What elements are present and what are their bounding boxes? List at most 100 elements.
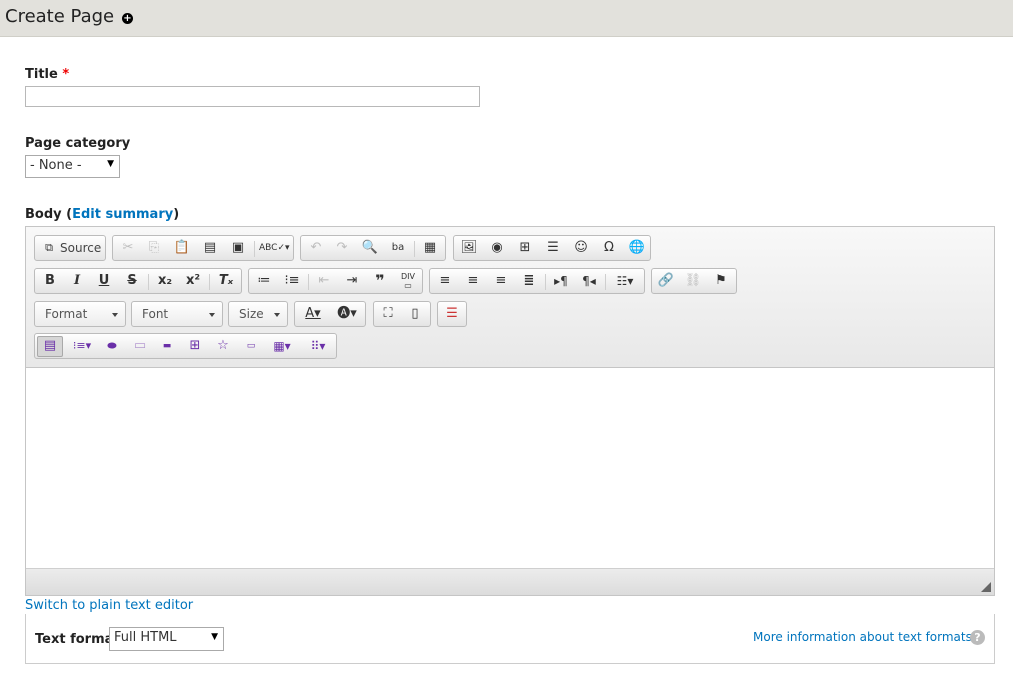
text-direction-rtl-icon[interactable]: ¶◂ bbox=[578, 272, 600, 290]
page-header: Create Page + bbox=[0, 0, 1013, 37]
toolbar-separator bbox=[209, 274, 210, 290]
body-label-close: ) bbox=[173, 207, 180, 222]
table-icon[interactable]: ⊞ bbox=[514, 239, 536, 257]
text-direction-ltr-icon[interactable]: ▸¶ bbox=[550, 272, 572, 290]
page-category-value: - None - bbox=[30, 158, 82, 173]
text-format-label: Text format bbox=[35, 632, 120, 647]
numbered-list-icon[interactable]: ≔ bbox=[253, 272, 275, 290]
strikethrough-icon[interactable]: S bbox=[121, 272, 143, 290]
redo-icon[interactable]: ↷ bbox=[331, 239, 353, 257]
title-input[interactable] bbox=[25, 86, 480, 107]
plugin-table-icon[interactable]: ▦▾ bbox=[267, 337, 297, 355]
toolbar-group-plugins: ▤ ⁝≡▾ ⬬ ▭ ▬ ⊞ ☆ ▭ ▦▾ ⠿▾ bbox=[34, 333, 337, 359]
superscript-icon[interactable]: x² bbox=[182, 272, 204, 290]
toolbar-group-pagebreak: ☰ bbox=[437, 301, 467, 327]
font-dropdown-label: Font bbox=[142, 307, 169, 321]
div-container-icon[interactable]: DIV ▭ bbox=[397, 272, 419, 290]
maximize-icon[interactable]: ⛶ bbox=[377, 305, 399, 323]
more-info-text-formats-link[interactable]: More information about text formats bbox=[753, 630, 972, 644]
language-icon[interactable]: ☷▾ bbox=[610, 272, 640, 290]
page-break-icon[interactable]: ☰ bbox=[441, 305, 463, 323]
background-color-icon[interactable]: 🅐▾ bbox=[332, 305, 362, 323]
star-icon[interactable]: ☆ bbox=[212, 337, 234, 355]
italic-icon[interactable]: I bbox=[66, 272, 88, 290]
indent-icon[interactable]: ⇥ bbox=[341, 272, 363, 290]
show-blocks-icon[interactable]: ▯ bbox=[404, 305, 426, 323]
outdent-icon[interactable]: ⇤ bbox=[313, 272, 335, 290]
bulleted-list-icon[interactable]: ⁝≡ bbox=[281, 272, 303, 290]
toolbar-group-clipboard: ✂ ⎘ 📋 ▤ ▣ ABC✓▾ bbox=[112, 235, 294, 261]
iframe-icon[interactable]: 🌐 bbox=[626, 239, 648, 257]
plugin-frame-icon[interactable]: ▭ bbox=[129, 337, 151, 355]
format-dropdown[interactable]: Format bbox=[34, 301, 126, 327]
font-dropdown[interactable]: Font bbox=[131, 301, 223, 327]
paste-icon[interactable]: 📋 bbox=[171, 239, 193, 257]
align-left-icon[interactable]: ≡ bbox=[434, 272, 456, 290]
justify-icon[interactable]: ≣ bbox=[518, 272, 540, 290]
chevron-down-icon bbox=[209, 313, 215, 317]
paste-from-word-icon[interactable]: ▣ bbox=[227, 239, 249, 257]
plugin-badge-icon[interactable]: ⬬ bbox=[101, 337, 123, 355]
chevron-down-icon: ▼ bbox=[211, 632, 218, 642]
toolbar-separator bbox=[254, 241, 255, 257]
page-category-select[interactable]: - None - ▼ bbox=[25, 155, 120, 178]
page-title: Create Page bbox=[5, 6, 115, 27]
anchor-icon[interactable]: ⚑ bbox=[710, 272, 732, 290]
plugin-list-icon[interactable]: ⁝≡▾ bbox=[67, 337, 97, 355]
subscript-icon[interactable]: x₂ bbox=[154, 272, 176, 290]
text-format-select[interactable]: Full HTML ▼ bbox=[109, 627, 224, 651]
blockquote-icon[interactable]: ❞ bbox=[369, 272, 391, 290]
horizontal-rule-icon[interactable]: ☰ bbox=[542, 239, 564, 257]
add-shortcut-icon[interactable]: + bbox=[122, 13, 133, 24]
size-dropdown[interactable]: Size bbox=[228, 301, 288, 327]
chevron-down-icon: ▼ bbox=[107, 159, 114, 169]
body-label: Body (Edit summary) bbox=[25, 207, 179, 222]
image-icon[interactable]: 🖼 bbox=[458, 239, 480, 257]
text-color-icon[interactable]: A▾ bbox=[298, 305, 328, 323]
unlink-icon[interactable]: ⛓ bbox=[682, 272, 704, 290]
special-character-icon[interactable]: Ω bbox=[598, 239, 620, 257]
underline-icon[interactable]: U bbox=[93, 272, 115, 290]
plugin-grid-icon[interactable]: ⊞ bbox=[184, 337, 206, 355]
remove-format-icon[interactable]: Tₓ bbox=[215, 272, 237, 290]
smiley-icon[interactable]: ☺ bbox=[570, 239, 592, 257]
required-mark: * bbox=[62, 67, 70, 82]
edit-summary-link[interactable]: Edit summary bbox=[72, 207, 173, 222]
plugin-button-icon[interactable]: ▬ bbox=[156, 337, 178, 355]
align-center-icon[interactable]: ≡ bbox=[462, 272, 484, 290]
plugin-input-icon[interactable]: ▭ bbox=[240, 337, 262, 355]
toolbar-group-insert: 🖼 ◉ ⊞ ☰ ☺ Ω 🌐 bbox=[453, 235, 651, 261]
copy-icon[interactable]: ⎘ bbox=[143, 239, 165, 257]
plugin-layout-icon[interactable]: ⠿▾ bbox=[303, 337, 333, 355]
template-icon[interactable]: ▤ bbox=[37, 336, 63, 357]
link-icon[interactable]: 🔗 bbox=[655, 272, 677, 290]
toolbar-separator bbox=[414, 241, 415, 257]
toolbar-group-tools: ⛶ ▯ bbox=[373, 301, 431, 327]
toolbar-group-alignment: ≡ ≡ ≡ ≣ ▸¶ ¶◂ ☷▾ bbox=[429, 268, 645, 294]
cut-icon[interactable]: ✂ bbox=[117, 239, 139, 257]
undo-icon[interactable]: ↶ bbox=[305, 239, 327, 257]
spellcheck-icon[interactable]: ABC✓▾ bbox=[259, 239, 290, 257]
source-button[interactable]: Source bbox=[60, 240, 101, 256]
find-icon[interactable]: 🔍 bbox=[359, 239, 381, 257]
replace-icon[interactable]: ba bbox=[387, 239, 409, 257]
paste-text-icon[interactable]: ▤ bbox=[199, 239, 221, 257]
bold-icon[interactable]: B bbox=[39, 272, 61, 290]
resize-handle-icon[interactable] bbox=[981, 582, 991, 592]
source-icon: ⧉ bbox=[45, 241, 53, 254]
align-right-icon[interactable]: ≡ bbox=[490, 272, 512, 290]
flash-icon[interactable]: ◉ bbox=[486, 239, 508, 257]
toolbar-separator bbox=[605, 274, 606, 290]
editor-content-area[interactable] bbox=[26, 368, 994, 568]
toolbar-separator bbox=[545, 274, 546, 290]
toolbar-group-links: 🔗 ⛓ ⚑ bbox=[651, 268, 737, 294]
page-category-label: Page category bbox=[25, 136, 131, 151]
toolbar-group-source: ⧉ Source bbox=[34, 235, 106, 261]
toolbar-group-paragraph: ≔ ⁝≡ ⇤ ⇥ ❞ DIV ▭ bbox=[248, 268, 423, 294]
toolbar-group-editing: ↶ ↷ 🔍 ba ▦ bbox=[300, 235, 446, 261]
select-all-icon[interactable]: ▦ bbox=[419, 239, 441, 257]
text-format-wrapper: Text format Full HTML ▼ More information… bbox=[25, 614, 995, 664]
switch-to-plain-text-link[interactable]: Switch to plain text editor bbox=[25, 598, 193, 613]
help-icon[interactable]: ? bbox=[970, 630, 985, 645]
chevron-down-icon bbox=[112, 313, 118, 317]
